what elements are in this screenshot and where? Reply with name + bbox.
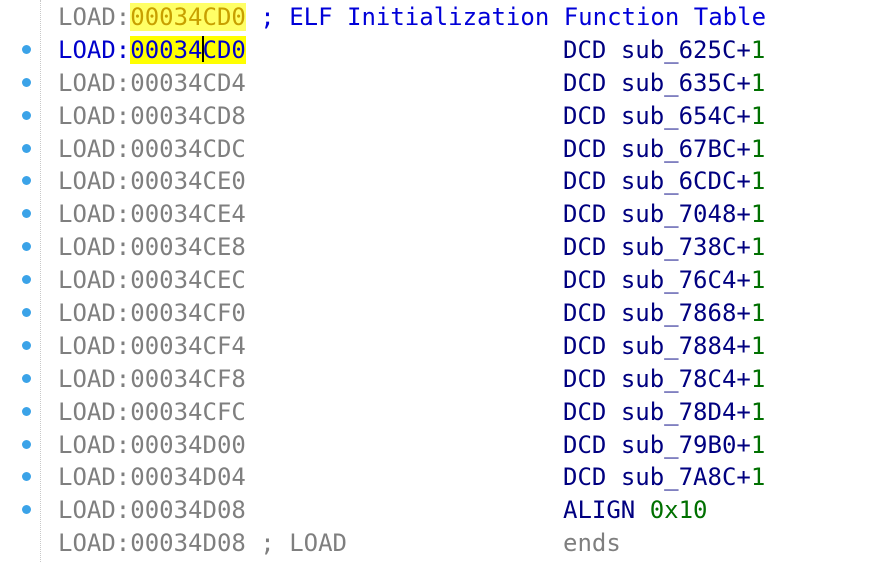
address[interactable]: 00034CFC bbox=[130, 398, 246, 426]
address[interactable]: 00034D08 bbox=[130, 529, 246, 557]
gutter-separator bbox=[40, 0, 42, 562]
listing-row[interactable]: LOAD:00034CE0 DCD sub_6CDC+1 bbox=[22, 165, 894, 198]
listing-row[interactable]: LOAD:00034CD4 DCD sub_635C+1 bbox=[22, 67, 894, 100]
symbol-reference[interactable]: sub_6CDC bbox=[621, 167, 737, 195]
text-cursor bbox=[201, 35, 204, 62]
ends-keyword: ends bbox=[563, 529, 621, 558]
segment-name: LOAD bbox=[58, 3, 116, 31]
mnemonic: DCD bbox=[563, 35, 607, 64]
symbol-reference[interactable]: sub_78D4 bbox=[621, 398, 737, 426]
breakpoint-dot-icon[interactable] bbox=[22, 77, 31, 87]
symbol-reference[interactable]: sub_635C bbox=[621, 69, 737, 97]
listing-row-align[interactable]: LOAD:00034D08 ALIGN 0x10 bbox=[22, 494, 894, 527]
address[interactable]: 00034CF0 bbox=[130, 299, 246, 327]
symbol-reference[interactable]: sub_76C4 bbox=[621, 266, 737, 294]
offset-number: 1 bbox=[750, 35, 766, 64]
symbol-reference[interactable]: sub_7868 bbox=[621, 299, 737, 327]
listing-row[interactable]: LOAD:00034CF4 DCD sub_7884+1 bbox=[22, 330, 894, 363]
address[interactable]: 00034CD4 bbox=[130, 69, 246, 97]
symbol-reference[interactable]: sub_654C bbox=[621, 102, 737, 130]
address[interactable]: 00034D00 bbox=[130, 431, 246, 459]
address[interactable]: 00034CE8 bbox=[130, 233, 246, 261]
address[interactable]: 00034D04 bbox=[130, 463, 246, 491]
symbol-reference[interactable]: sub_738C bbox=[621, 233, 737, 261]
symbol-reference[interactable]: sub_625C bbox=[621, 36, 737, 64]
breakpoint-dot-icon[interactable] bbox=[22, 44, 31, 54]
instruction[interactable]: DCD sub_78C4+1 bbox=[563, 363, 765, 396]
listing-row-segment-end[interactable]: LOAD:00034D08 ; LOAD ends bbox=[58, 527, 894, 560]
instruction[interactable]: DCD sub_79B0+1 bbox=[563, 429, 765, 462]
breakpoint-dot-icon[interactable] bbox=[22, 110, 31, 120]
address[interactable]: 00034D08 bbox=[130, 496, 246, 524]
listing-row[interactable]: LOAD:00034CF8 DCD sub_78C4+1 bbox=[22, 363, 894, 396]
alignment-value: 0x10 bbox=[649, 496, 708, 525]
symbol-reference[interactable]: sub_7A8C bbox=[621, 463, 737, 491]
breakpoint-dot-icon[interactable] bbox=[22, 373, 31, 383]
address[interactable]: 00034CE0 bbox=[130, 167, 246, 195]
breakpoint-dot-icon[interactable] bbox=[22, 308, 31, 318]
address[interactable]: 00034CD8 bbox=[130, 102, 246, 130]
instruction[interactable]: DCD sub_7884+1 bbox=[563, 330, 765, 363]
breakpoint-dot-icon[interactable] bbox=[22, 143, 31, 153]
listing-row[interactable]: LOAD:00034D04 DCD sub_7A8C+1 bbox=[22, 461, 894, 494]
address[interactable]: 00034CEC bbox=[130, 266, 246, 294]
breakpoint-dot-icon[interactable] bbox=[22, 406, 31, 416]
listing-row[interactable]: LOAD:00034CDC DCD sub_67BC+1 bbox=[22, 133, 894, 166]
breakpoint-dot-icon[interactable] bbox=[22, 439, 31, 449]
instruction[interactable]: DCD sub_76C4+1 bbox=[563, 264, 765, 297]
gutter[interactable] bbox=[0, 0, 40, 562]
instruction[interactable]: DCD sub_7048+1 bbox=[563, 198, 765, 231]
symbol-reference[interactable]: sub_7048 bbox=[621, 200, 737, 228]
listing-row[interactable]: LOAD:00034CF0 DCD sub_7868+1 bbox=[22, 297, 894, 330]
instruction[interactable]: DCD sub_6CDC+1 bbox=[563, 165, 765, 198]
instruction[interactable]: DCD sub_7868+1 bbox=[563, 297, 765, 330]
address[interactable]: 00034CF8 bbox=[130, 365, 246, 393]
address-highlighted[interactable]: 00034CD0 bbox=[130, 35, 246, 64]
segment-name: LOAD bbox=[58, 35, 116, 64]
address[interactable]: 00034CDC bbox=[130, 135, 246, 163]
address[interactable]: 00034CD0 bbox=[130, 3, 246, 31]
listing-row-header[interactable]: LOAD:00034CD0 ; ELF Initialization Funct… bbox=[58, 1, 894, 34]
address[interactable]: 00034CE4 bbox=[130, 200, 246, 228]
symbol-reference[interactable]: sub_78C4 bbox=[621, 365, 737, 393]
listing-row-current[interactable]: LOAD:00034CD0 DCD sub_625C+1 bbox=[22, 34, 894, 67]
symbol-reference[interactable]: sub_7884 bbox=[621, 332, 737, 360]
instruction[interactable]: DCD sub_7A8C+1 bbox=[563, 461, 765, 494]
listing-row[interactable]: LOAD:00034CEC DCD sub_76C4+1 bbox=[22, 264, 894, 297]
segment-end: ends bbox=[563, 527, 621, 560]
listing-row[interactable]: LOAD:00034D00 DCD sub_79B0+1 bbox=[22, 429, 894, 462]
instruction[interactable]: DCD sub_67BC+1 bbox=[563, 133, 765, 166]
function-table-comment: ; ELF Initialization Function Table bbox=[260, 3, 767, 31]
segment-comment: ; LOAD bbox=[260, 529, 347, 558]
symbol-reference[interactable]: sub_79B0 bbox=[621, 431, 737, 459]
instruction[interactable]: ALIGN 0x10 bbox=[563, 494, 708, 527]
instruction[interactable]: DCD sub_78D4+1 bbox=[563, 396, 765, 429]
symbol-reference[interactable]: sub_67BC bbox=[621, 135, 737, 163]
instruction[interactable]: DCD sub_738C+1 bbox=[563, 231, 765, 264]
listing-row[interactable]: LOAD:00034CE4 DCD sub_7048+1 bbox=[22, 198, 894, 231]
disassembly-listing[interactable]: LOAD:00034CD0 ; ELF Initialization Funct… bbox=[22, 1, 894, 560]
listing-row[interactable]: LOAD:00034CE8 DCD sub_738C+1 bbox=[22, 231, 894, 264]
breakpoint-dot-icon[interactable] bbox=[22, 340, 31, 350]
listing-row[interactable]: LOAD:00034CFC DCD sub_78D4+1 bbox=[22, 396, 894, 429]
listing-row[interactable]: LOAD:00034CD8 DCD sub_654C+1 bbox=[22, 100, 894, 133]
instruction[interactable]: DCD sub_625C+1 bbox=[563, 34, 765, 67]
instruction[interactable]: DCD sub_635C+1 bbox=[563, 67, 765, 100]
instruction[interactable]: DCD sub_654C+1 bbox=[563, 100, 765, 133]
address[interactable]: 00034CF4 bbox=[130, 332, 246, 360]
align-directive: ALIGN bbox=[563, 496, 636, 525]
